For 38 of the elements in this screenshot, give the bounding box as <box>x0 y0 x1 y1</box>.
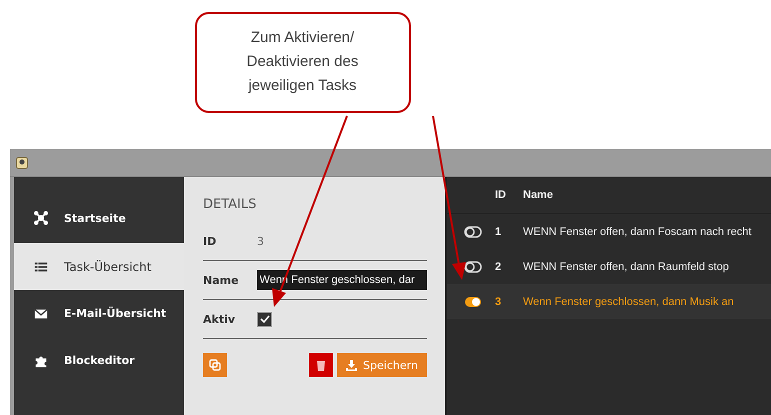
sidebar-item[interactable]: E-Mail-Übersicht <box>14 290 184 337</box>
field-label: Name <box>203 274 240 286</box>
list-icon <box>34 260 48 274</box>
table-cell-text: WENN Fenster offen, dann Foscam nach recht <box>523 226 752 238</box>
column-header: ID <box>495 189 507 201</box>
table-cell-text: Wenn Fenster geschlossen, dann Musik an <box>523 296 735 308</box>
toggle-switch[interactable] <box>464 260 482 272</box>
id-value: 3 <box>257 234 264 248</box>
table-cell-text: 3 <box>495 296 502 308</box>
checkmark-icon <box>258 313 270 325</box>
table-cell-text: 1 <box>495 226 502 238</box>
copy-button[interactable] <box>203 353 227 377</box>
toggle-switch[interactable] <box>464 226 482 238</box>
toggle-switch[interactable] <box>464 296 482 308</box>
copy-icon <box>209 359 221 371</box>
sidebar-item[interactable]: Startseite <box>14 177 184 243</box>
callout-text: Deaktivieren des <box>246 52 358 72</box>
field-label: Aktiv <box>203 312 236 326</box>
column-header: Name <box>523 189 554 201</box>
table-row[interactable]: 2 WENN Fenster offen, dann Raumfeld stop <box>447 249 771 284</box>
envelope-icon <box>34 306 48 320</box>
trash-icon <box>316 359 326 371</box>
app-icon <box>16 156 28 168</box>
network-icon <box>34 211 48 225</box>
delete-button[interactable] <box>309 353 333 377</box>
puzzle-icon <box>34 354 48 368</box>
download-icon <box>346 360 358 370</box>
sidebar-item[interactable]: Blockeditor <box>14 337 184 384</box>
active-checkbox[interactable] <box>257 312 272 326</box>
callout-text: jeweiligen Tasks <box>248 76 357 96</box>
table-row[interactable]: 1 WENN Fenster offen, dann Foscam nach recht <box>447 214 771 249</box>
callout-text: Zum Aktivieren/ <box>250 28 354 48</box>
sidebar-item[interactable]: Task-Übersicht <box>14 243 184 290</box>
table-row[interactable]: 3 Wenn Fenster geschlossen, dann Musik an <box>447 284 771 319</box>
field-label: ID <box>203 234 218 248</box>
details-title: DETAILS <box>203 197 258 212</box>
table-cell-text: 2 <box>495 260 502 272</box>
table-cell-text: WENN Fenster offen, dann Raumfeld stop <box>523 260 730 272</box>
